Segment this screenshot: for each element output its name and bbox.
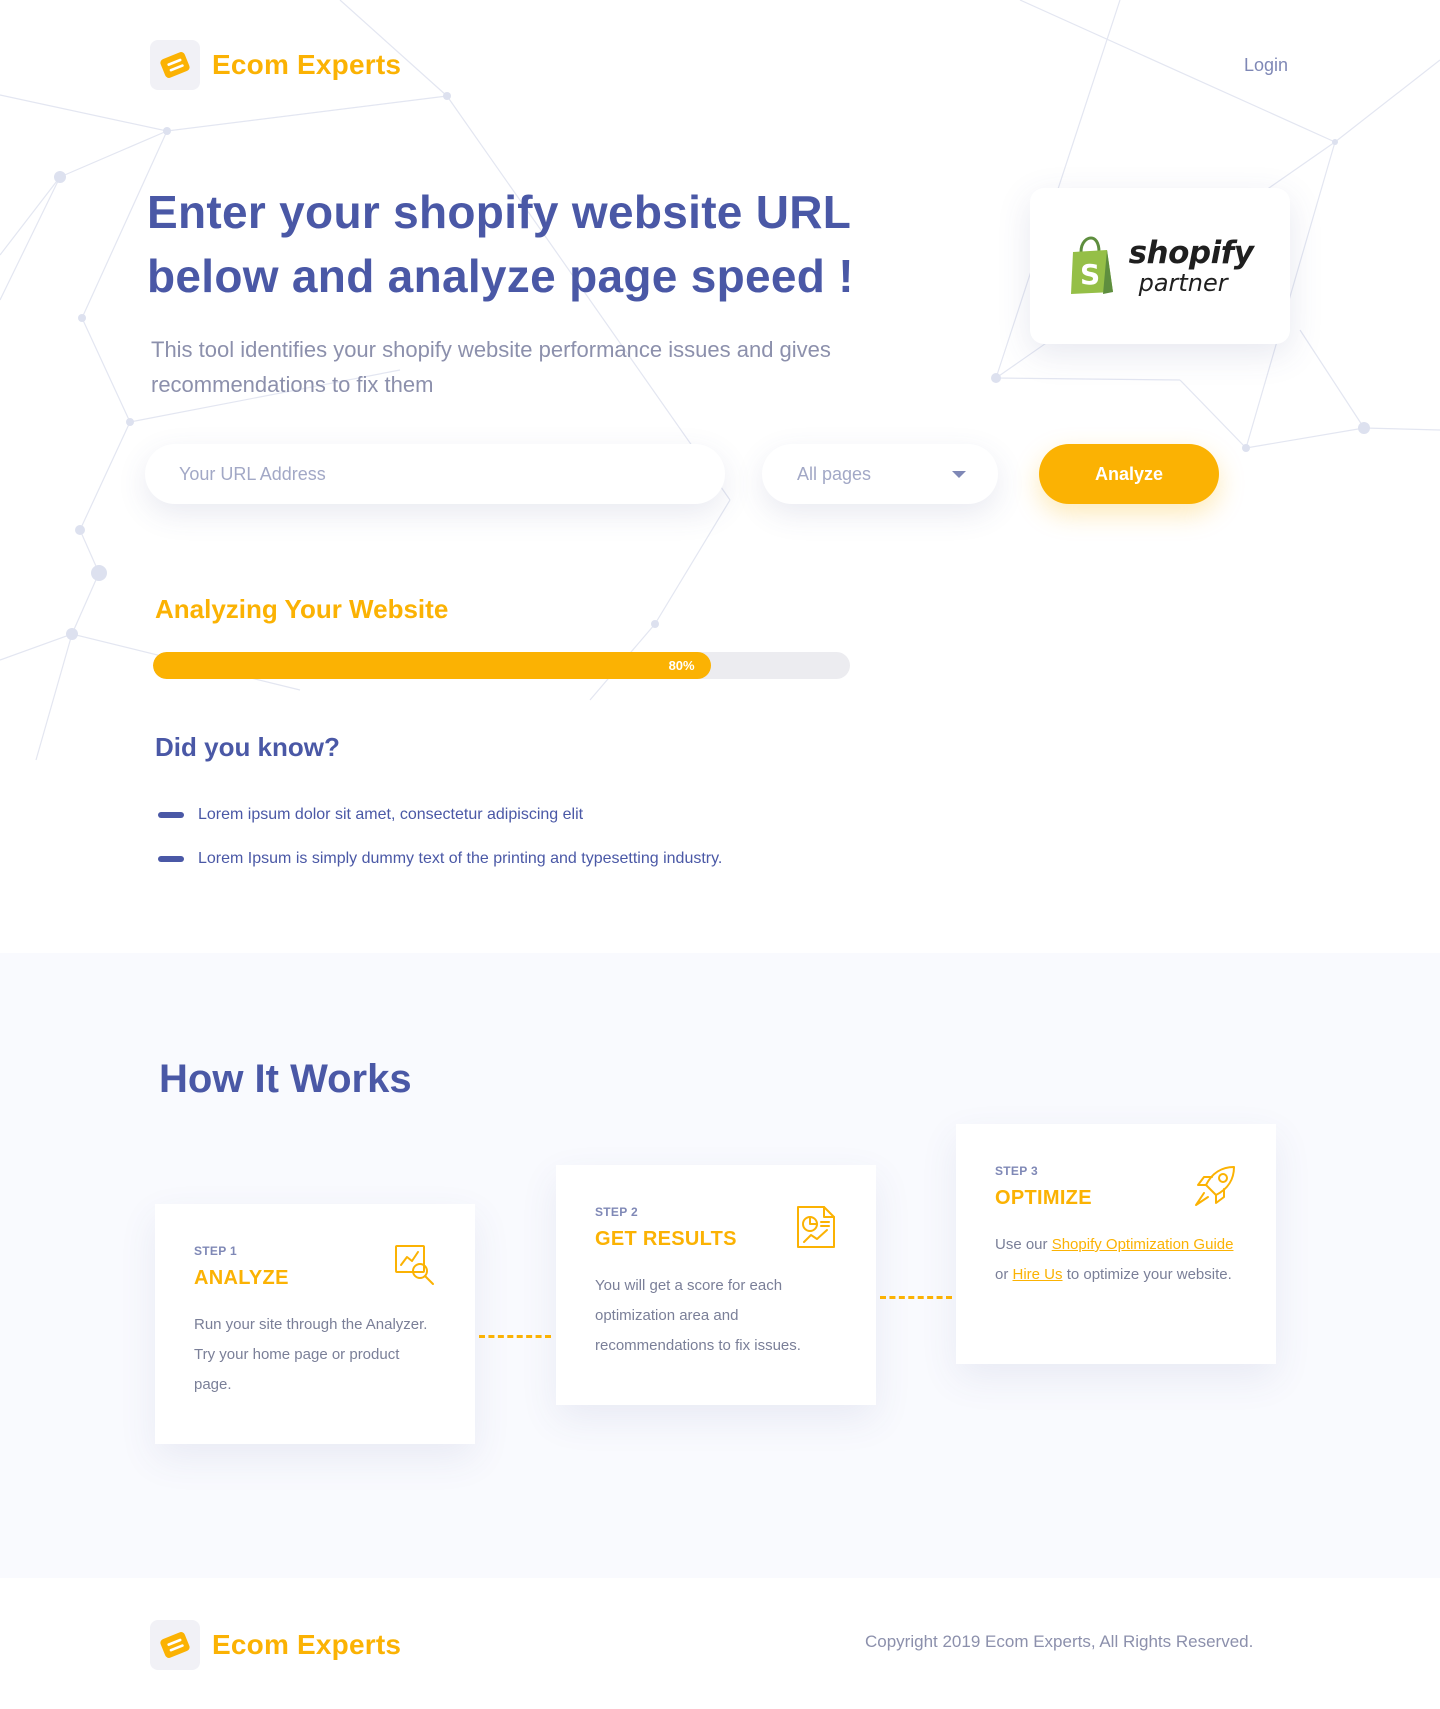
optimization-guide-link[interactable]: Shopify Optimization Guide <box>1052 1236 1234 1253</box>
step-desc-suffix: to optimize your website. <box>1062 1266 1232 1283</box>
step-connector <box>479 1335 551 1338</box>
step-card-get-results: STEP 2 GET RESULTS You will get a score … <box>556 1165 876 1405</box>
fact-item: Lorem Ipsum is simply dummy text of the … <box>158 837 722 881</box>
partner-shopify-word: shopify <box>1128 234 1254 271</box>
caret-down-icon <box>952 471 966 478</box>
step-description: Use our Shopify Optimization Guide or Hi… <box>995 1230 1240 1290</box>
hero-subtitle: This tool identifies your shopify websit… <box>151 332 931 402</box>
url-input[interactable] <box>145 444 725 504</box>
footer-brand-name: Ecom Experts <box>212 1629 402 1660</box>
copyright-text: Copyright 2019 Ecom Experts, All Rights … <box>865 1632 1254 1651</box>
step-card-optimize: STEP 3 OPTIMIZE Use our Shopify Optimiza… <box>956 1124 1276 1364</box>
brand-name: Ecom Experts <box>212 49 402 80</box>
hero-subtitle-line-2: recommendations to fix them <box>151 372 434 397</box>
rocket-icon <box>1195 1166 1235 1206</box>
progress-bar: 80% <box>153 652 850 679</box>
dash-bullet-icon <box>158 856 184 862</box>
did-you-know-title: Did you know? <box>155 732 340 762</box>
how-it-works-title: How It Works <box>159 1057 412 1101</box>
how-it-works-section: How It Works STEP 1 ANALYZE Run your sit… <box>0 953 1440 1578</box>
hero-title-line-2: below and analyze page speed ! <box>147 250 854 302</box>
hero-title-line-1: Enter your shopify website URL <box>147 186 852 238</box>
shopify-partner-logo: S shopify partner <box>1067 236 1254 296</box>
step-description: You will get a score for each optimizati… <box>595 1277 801 1354</box>
chart-magnifier-icon <box>395 1245 434 1285</box>
fact-text: Lorem ipsum dolor sit amet, consectetur … <box>198 806 584 823</box>
step-description: Run your site through the Analyzer. Try … <box>194 1316 428 1393</box>
hero-title: Enter your shopify website URL below and… <box>147 180 947 308</box>
step-connector <box>880 1296 952 1299</box>
step-card-analyze: STEP 1 ANALYZE Run your site through the… <box>155 1204 475 1444</box>
report-document-icon <box>797 1206 835 1248</box>
partner-partner-word: partner <box>1138 268 1228 297</box>
page: Ecom Experts Login Enter your shopify we… <box>0 0 1440 1709</box>
analyzing-title: Analyzing Your Website <box>155 594 449 624</box>
progress-label: 80% <box>668 658 695 673</box>
dash-bullet-icon <box>158 812 184 818</box>
step-desc-mid: or <box>995 1266 1013 1283</box>
shopify-partner-badge: S shopify partner <box>1030 188 1290 344</box>
hire-us-link[interactable]: Hire Us <box>1013 1266 1063 1283</box>
brand-logo-icon <box>150 1620 200 1670</box>
brand-logo-icon <box>150 40 200 90</box>
hero-subtitle-line-1: This tool identifies your shopify websit… <box>151 337 831 362</box>
step-desc-prefix: Use our <box>995 1236 1052 1253</box>
shopify-bag-icon: S <box>1070 236 1113 294</box>
fact-item: Lorem ipsum dolor sit amet, consectetur … <box>158 793 722 837</box>
fact-text: Lorem Ipsum is simply dummy text of the … <box>198 850 723 867</box>
analyze-button[interactable]: Analyze <box>1039 444 1219 504</box>
facts-list: Lorem ipsum dolor sit amet, consectetur … <box>158 793 722 881</box>
pages-select-value: All pages <box>797 463 872 484</box>
svg-text:S: S <box>1080 258 1100 291</box>
login-link[interactable]: Login <box>1244 55 1288 76</box>
pages-select[interactable]: All pages <box>762 444 998 504</box>
footer-logo[interactable]: Ecom Experts <box>150 1620 401 1670</box>
progress-fill: 80% <box>153 652 711 679</box>
header-logo[interactable]: Ecom Experts <box>150 40 401 90</box>
